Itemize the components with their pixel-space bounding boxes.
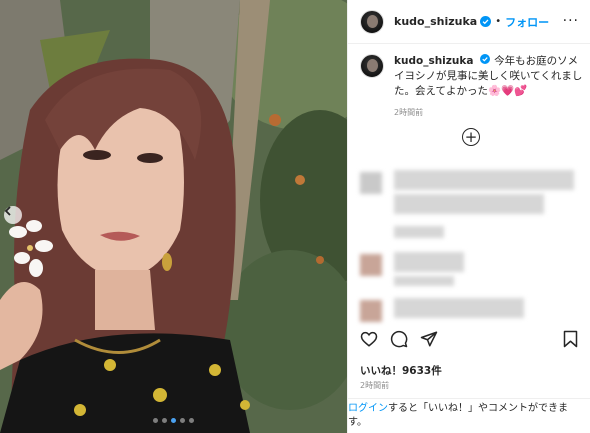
comment-avatar <box>360 254 382 276</box>
post-caption: kudo_shizuka 今年もお庭のソメイヨシノが見事に美しく咲いてくれました… <box>360 54 586 120</box>
post-photo[interactable] <box>0 0 347 433</box>
comment-button[interactable] <box>390 330 410 350</box>
comment-text-blurred <box>394 298 524 318</box>
comment-meta-blurred <box>394 276 454 286</box>
caption-verified-badge-icon <box>479 54 491 65</box>
post-side-panel: kudo_shizuka • フォロー ··· kudo_shizuka 今年も… <box>347 0 590 433</box>
login-prompt: ログインすると「いいね！」やコメントができます。 <box>348 398 590 430</box>
login-link[interactable]: ログイン <box>348 403 388 414</box>
carousel-indicator <box>0 418 347 423</box>
comment-meta-blurred <box>394 226 444 238</box>
like-count[interactable]: いいね！9633件 <box>360 363 442 378</box>
verified-badge-icon <box>480 16 492 27</box>
caption-body: kudo_shizuka 今年もお庭のソメイヨシノが見事に美しく咲いてくれました… <box>394 54 586 120</box>
comment-text-blurred <box>394 170 574 190</box>
bookmark-icon <box>563 330 578 348</box>
carousel-dot <box>189 418 194 423</box>
comment-text-blurred <box>394 252 464 272</box>
heart-icon <box>360 331 378 347</box>
like-button[interactable] <box>360 330 380 350</box>
post-timestamp[interactable]: 2時間前 <box>360 380 389 391</box>
carousel-dot-active <box>171 418 176 423</box>
post-header: kudo_shizuka • フォロー ··· <box>348 0 590 44</box>
carousel-dot <box>180 418 185 423</box>
avatar[interactable] <box>360 9 384 34</box>
action-bar <box>348 330 590 358</box>
comment-avatar <box>360 172 382 194</box>
header-separator: • <box>495 16 502 27</box>
paper-plane-icon <box>420 331 438 347</box>
caption-username[interactable]: kudo_shizuka <box>394 55 473 67</box>
comment-icon <box>390 330 408 348</box>
photo-illustration <box>0 0 347 433</box>
follow-button[interactable]: フォロー <box>505 14 549 30</box>
comment-text-blurred <box>394 194 544 214</box>
carousel-dot <box>162 418 167 423</box>
share-button[interactable] <box>420 330 440 350</box>
more-options-button[interactable]: ··· <box>563 13 579 29</box>
load-more-comments-button[interactable]: + <box>462 128 480 146</box>
caption-emoji: 🌸💗💕 <box>487 85 528 97</box>
caption-timestamp[interactable]: 2時間前 <box>394 105 586 120</box>
plus-icon: + <box>464 127 478 146</box>
previous-photo-button[interactable] <box>4 206 22 224</box>
carousel-dot <box>153 418 158 423</box>
chevron-left-icon <box>4 206 11 216</box>
save-button[interactable] <box>562 330 582 350</box>
caption-avatar[interactable] <box>360 54 384 78</box>
username-link[interactable]: kudo_shizuka <box>394 15 477 28</box>
comment-avatar <box>360 300 382 322</box>
instagram-post: kudo_shizuka • フォロー ··· kudo_shizuka 今年も… <box>0 0 590 433</box>
